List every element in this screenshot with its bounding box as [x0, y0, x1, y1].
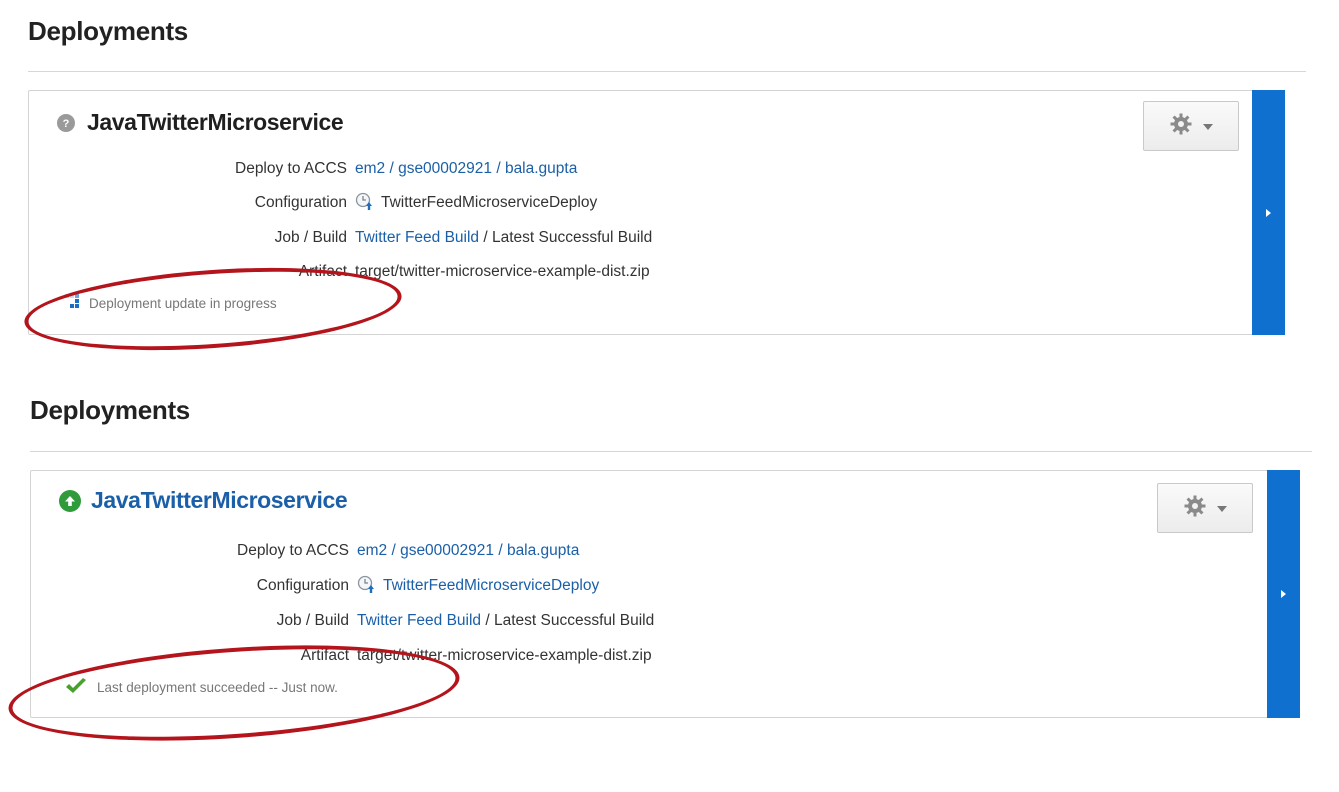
deploy-target-link[interactable]: em2 / gse00002921 / bala.gupta — [355, 160, 577, 178]
svg-text:?: ? — [63, 118, 70, 129]
deployment-title-link[interactable]: JavaTwitterMicroservice — [91, 487, 348, 514]
deploy-label: Deploy to ACCS — [235, 160, 347, 177]
deploy-row: Deploy to ACCS em2 / gse00002921 / bala.… — [31, 539, 831, 563]
settings-menu-button[interactable] — [1143, 101, 1239, 151]
deploy-label: Deploy to ACCS — [237, 542, 349, 559]
chevron-right-icon — [1281, 590, 1286, 598]
clock-upload-icon — [357, 574, 377, 599]
deployment-title: JavaTwitterMicroservice — [87, 109, 344, 135]
card-header: ? JavaTwitterMicroservice — [57, 109, 344, 136]
deploy-target-link[interactable]: em2 / gse00002921 / bala.gupta — [357, 542, 579, 560]
gear-icon — [1169, 112, 1193, 141]
section-divider — [28, 71, 1306, 72]
chevron-down-icon — [1203, 117, 1213, 135]
job-build-row: Job / Build Twitter Feed Build / Latest … — [29, 226, 829, 250]
configuration-value: TwitterFeedMicroserviceDeploy — [381, 194, 598, 211]
build-text: / Latest Successful Build — [481, 612, 655, 629]
chevron-right-icon — [1266, 208, 1271, 217]
build-text: / Latest Successful Build — [479, 229, 653, 246]
chevron-down-icon — [1217, 499, 1227, 517]
configuration-label: Configuration — [254, 194, 347, 211]
expand-panel-button[interactable] — [1267, 470, 1300, 718]
configuration-link[interactable]: TwitterFeedMicroserviceDeploy — [383, 577, 599, 595]
configuration-label: Configuration — [256, 577, 349, 594]
section-heading: Deployments — [30, 395, 190, 425]
gear-icon — [1183, 494, 1207, 523]
question-icon: ? — [57, 113, 75, 132]
job-build-label: Job / Build — [274, 229, 347, 246]
clock-upload-icon — [355, 191, 375, 216]
section-heading: Deployments — [28, 16, 188, 46]
up-arrow-icon — [59, 489, 81, 512]
configuration-row: Configuration TwitterFeedMicroserviceDep… — [31, 574, 831, 598]
job-build-row: Job / Build Twitter Feed Build / Latest … — [31, 609, 831, 633]
expand-panel-button[interactable] — [1252, 90, 1285, 335]
deploy-row: Deploy to ACCS em2 / gse00002921 / bala.… — [29, 157, 829, 181]
configuration-row: Configuration TwitterFeedMicroserviceDep… — [29, 191, 829, 215]
settings-menu-button[interactable] — [1157, 483, 1253, 533]
job-build-label: Job / Build — [276, 612, 349, 629]
section-divider — [30, 451, 1312, 452]
artifact-value: target/twitter-microservice-example-dist… — [355, 263, 650, 280]
job-link[interactable]: Twitter Feed Build — [357, 612, 481, 630]
card-header: JavaTwitterMicroservice — [59, 487, 348, 514]
job-link[interactable]: Twitter Feed Build — [355, 229, 479, 247]
